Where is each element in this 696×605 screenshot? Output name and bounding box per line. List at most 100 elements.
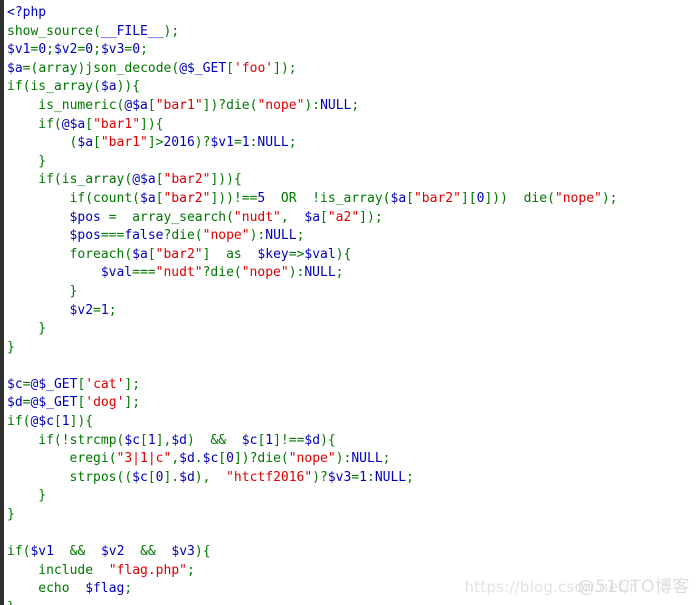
code-token: ( bbox=[194, 228, 203, 244]
code-token: ; bbox=[187, 562, 195, 578]
code-token: = bbox=[233, 135, 242, 151]
code-line: echo $flag; bbox=[0, 580, 696, 599]
code-line: foreach($a["bar2"] as $key=>$val){ bbox=[0, 246, 696, 265]
code-token: if bbox=[69, 190, 86, 206]
code-token: "3|1|c" bbox=[116, 451, 172, 467]
code-token: "nope" bbox=[288, 451, 336, 467]
code-token: $v1 bbox=[7, 42, 31, 58]
code-token: OR bbox=[280, 190, 297, 206]
code-token: ; bbox=[335, 265, 344, 281]
code-token: ( bbox=[233, 265, 242, 281]
code-token: is_numeric bbox=[38, 97, 117, 113]
code-token: ; bbox=[171, 23, 180, 39]
code-line: if(is_array(@$a["bar2"])){ bbox=[0, 171, 696, 190]
code-token: [ bbox=[218, 451, 227, 467]
code-token: include bbox=[38, 562, 94, 578]
code-token: if bbox=[38, 116, 54, 132]
code-token: = bbox=[100, 209, 125, 225]
code-token: count bbox=[93, 190, 133, 206]
code-token: echo bbox=[38, 581, 70, 597]
code-token: 'foo' bbox=[234, 60, 274, 76]
code-token: ( bbox=[547, 190, 555, 206]
code-token: die bbox=[171, 228, 195, 244]
code-line: } bbox=[0, 599, 696, 605]
code-line: if(@$c[1]){ bbox=[0, 413, 696, 432]
code-token: $_GET bbox=[187, 60, 227, 76]
code-token: ]) bbox=[273, 60, 289, 76]
code-token: false bbox=[124, 228, 164, 244]
code-token: ( bbox=[382, 190, 391, 206]
code-token: [ bbox=[147, 97, 156, 113]
code-token: "flag.php" bbox=[108, 562, 187, 578]
code-token: NULL bbox=[351, 451, 383, 467]
code-token: $d bbox=[7, 395, 23, 411]
code-token: $v1 bbox=[30, 544, 54, 560]
code-token: "bar2" bbox=[163, 190, 211, 206]
code-line: strpos(($c[0].$d), "htctf2016")?$v3=1:NU… bbox=[0, 469, 696, 488]
code-token: @ bbox=[61, 116, 70, 132]
code-token: 1 bbox=[265, 432, 274, 448]
code-line: } bbox=[0, 283, 696, 302]
source-viewer: <?php show_source(__FILE__); $v1=0;$v2=0;$… bbox=[0, 0, 696, 605]
code-token: ]){ bbox=[69, 414, 94, 430]
code-token: ( bbox=[85, 190, 94, 206]
code-token: array bbox=[38, 60, 78, 76]
code-token: ( bbox=[226, 209, 234, 225]
code-token: && bbox=[140, 544, 156, 560]
code-token: array_search bbox=[132, 209, 227, 225]
code-token: 2016 bbox=[163, 135, 195, 151]
code-line: $v2=1; bbox=[0, 302, 696, 321]
code-token: NULL bbox=[265, 228, 297, 244]
code-token: $v3 bbox=[171, 544, 195, 560]
code-token: 0 bbox=[38, 42, 47, 58]
code-token: } bbox=[7, 600, 15, 605]
code-token: = bbox=[93, 302, 101, 318]
code-token: "bar1" bbox=[100, 135, 148, 151]
code-token: => bbox=[288, 246, 305, 262]
code-token: $a bbox=[69, 116, 86, 132]
code-token: } bbox=[38, 153, 47, 169]
code-token: , bbox=[280, 209, 297, 225]
code-token: ); bbox=[601, 190, 618, 206]
code-token: === bbox=[100, 228, 125, 244]
code-token: ][ bbox=[460, 190, 477, 206]
code-token: @ bbox=[132, 172, 141, 188]
code-token: =( bbox=[22, 60, 39, 76]
code-token: NULL bbox=[257, 135, 289, 151]
code-token: "bar1" bbox=[155, 97, 203, 113]
code-token: (( bbox=[116, 469, 133, 485]
code-token: ]))!== bbox=[210, 190, 258, 206]
code-token: if bbox=[7, 79, 23, 95]
code-line: if($v1 && $v2 && $v3){ bbox=[0, 543, 696, 562]
code-token: ){ bbox=[320, 432, 336, 448]
code-token: 0 bbox=[132, 42, 141, 58]
code-token: $c bbox=[124, 432, 141, 448]
code-token: ]); bbox=[359, 209, 383, 225]
code-token: is_array bbox=[61, 172, 125, 188]
code-token: $a bbox=[140, 190, 156, 206]
code-token: : bbox=[367, 469, 375, 485]
code-token: (! bbox=[53, 432, 70, 448]
left-edge-gutter bbox=[0, 0, 4, 605]
code-token: 1 bbox=[61, 414, 70, 430]
code-token: $a bbox=[140, 172, 156, 188]
code-token: [ bbox=[155, 172, 164, 188]
code-token: $_GET bbox=[38, 395, 78, 411]
code-token: strcmp bbox=[69, 432, 117, 448]
code-token: "bar1" bbox=[93, 116, 141, 132]
code-token: $c bbox=[38, 414, 54, 430]
code-token: strpos bbox=[69, 469, 117, 485]
code-token: $c bbox=[241, 432, 258, 448]
code-token: "nope" bbox=[202, 228, 250, 244]
code-token: ]!== bbox=[273, 432, 305, 448]
php-code-listing[interactable]: <?php show_source(__FILE__); $v1=0;$v2=0;$… bbox=[0, 0, 696, 605]
code-token: )? bbox=[194, 135, 211, 151]
code-line: } bbox=[0, 487, 696, 506]
